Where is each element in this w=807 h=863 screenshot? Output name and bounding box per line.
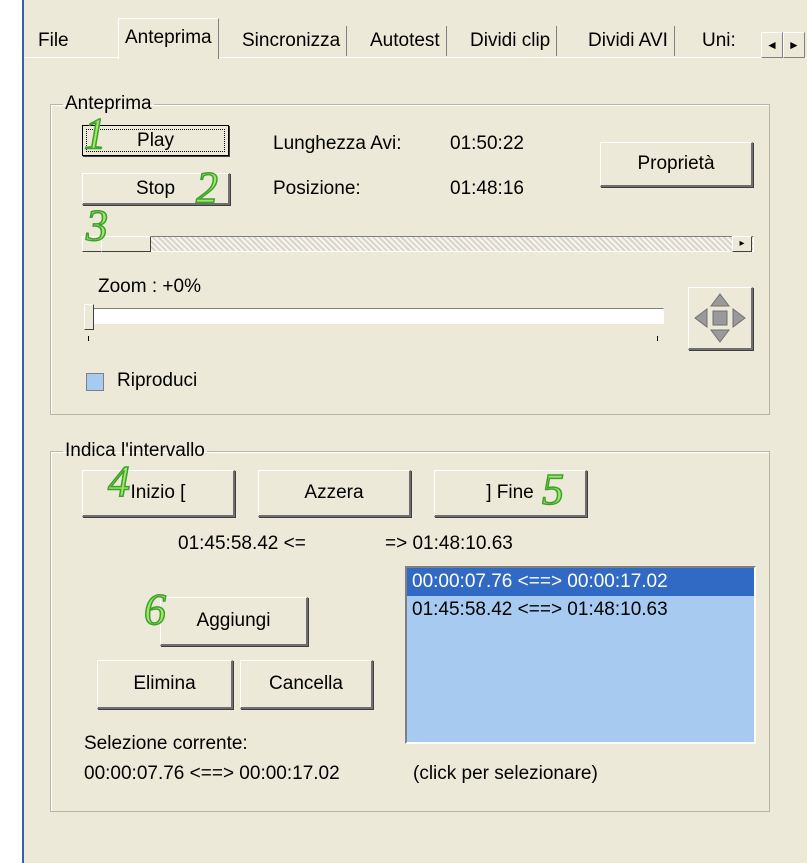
zoom-label: Zoom : +0% xyxy=(98,276,201,297)
current-selection-value: 00:00:07.76 <==> 00:00:17.02 xyxy=(84,763,340,784)
anteprima-legend: Anteprima xyxy=(65,93,152,114)
play-checkbox[interactable] xyxy=(86,373,104,391)
start-button[interactable]: Inizio [ xyxy=(82,470,235,517)
annotation-1: 1 xyxy=(83,108,107,159)
add-button[interactable]: Aggiungi xyxy=(160,597,308,646)
current-selection-label: Selezione corrente: xyxy=(84,733,248,754)
list-item[interactable]: 01:45:58.42 <==> 01:48:10.63 xyxy=(407,596,754,624)
position-value: 01:48:16 xyxy=(450,178,524,199)
play-checkbox-label: Riproduci xyxy=(117,370,198,391)
zoom-slider-track[interactable] xyxy=(88,308,664,324)
list-item[interactable]: 00:00:07.76 <==> 00:00:17.02 xyxy=(407,568,754,596)
length-value: 01:50:22 xyxy=(450,133,524,154)
tab-autotest[interactable]: Autotest xyxy=(364,26,447,56)
tab-unisci[interactable]: Uni: xyxy=(696,26,742,56)
interval-legend: Indica l'intervallo xyxy=(65,440,205,461)
tab-file[interactable]: File xyxy=(32,26,75,56)
zoom-slider-thumb[interactable] xyxy=(84,304,94,330)
zoom-tick-min xyxy=(88,336,89,341)
delete-button[interactable]: Elimina xyxy=(97,660,233,709)
pan-button[interactable] xyxy=(688,287,753,350)
move-arrows-icon xyxy=(694,293,746,343)
tab-sincronizza[interactable]: Sincronizza xyxy=(236,26,348,56)
tab-strip: File Anteprima Sincronizza Autotest Divi… xyxy=(24,18,807,59)
seek-scroll-right-button[interactable]: ▸ xyxy=(732,236,752,252)
annotation-5: 5 xyxy=(541,464,565,515)
tab-scroll-left-button[interactable]: ◄ xyxy=(761,32,783,58)
properties-button[interactable]: Proprietà xyxy=(600,142,753,187)
position-label: Posizione: xyxy=(273,178,361,199)
interval-list[interactable]: 00:00:07.76 <==> 00:00:17.02 01:45:58.42… xyxy=(405,566,756,744)
clear-button[interactable]: Cancella xyxy=(240,660,373,709)
tab-dividi-clip[interactable]: Dividi clip xyxy=(464,26,558,56)
seek-scrollbar[interactable] xyxy=(82,236,754,252)
click-hint: (click per selezionare) xyxy=(413,763,598,784)
end-value: => 01:48:10.63 xyxy=(385,533,513,554)
annotation-6: 6 xyxy=(143,584,167,635)
length-label: Lunghezza Avi: xyxy=(273,133,402,154)
end-button[interactable]: ] Fine xyxy=(434,470,587,517)
seek-scroll-thumb[interactable] xyxy=(101,236,151,252)
zoom-tick-max xyxy=(657,336,658,341)
tab-anteprima[interactable]: Anteprima xyxy=(118,18,219,59)
tab-dividi-avi[interactable]: Dividi AVI xyxy=(582,26,675,56)
start-value: 01:45:58.42 <= xyxy=(178,533,306,554)
tab-scroll-right-button[interactable]: ► xyxy=(783,32,805,58)
annotation-3: 3 xyxy=(85,200,109,251)
annotation-2: 2 xyxy=(195,162,219,213)
reset-button[interactable]: Azzera xyxy=(258,470,411,517)
annotation-4: 4 xyxy=(107,456,131,507)
